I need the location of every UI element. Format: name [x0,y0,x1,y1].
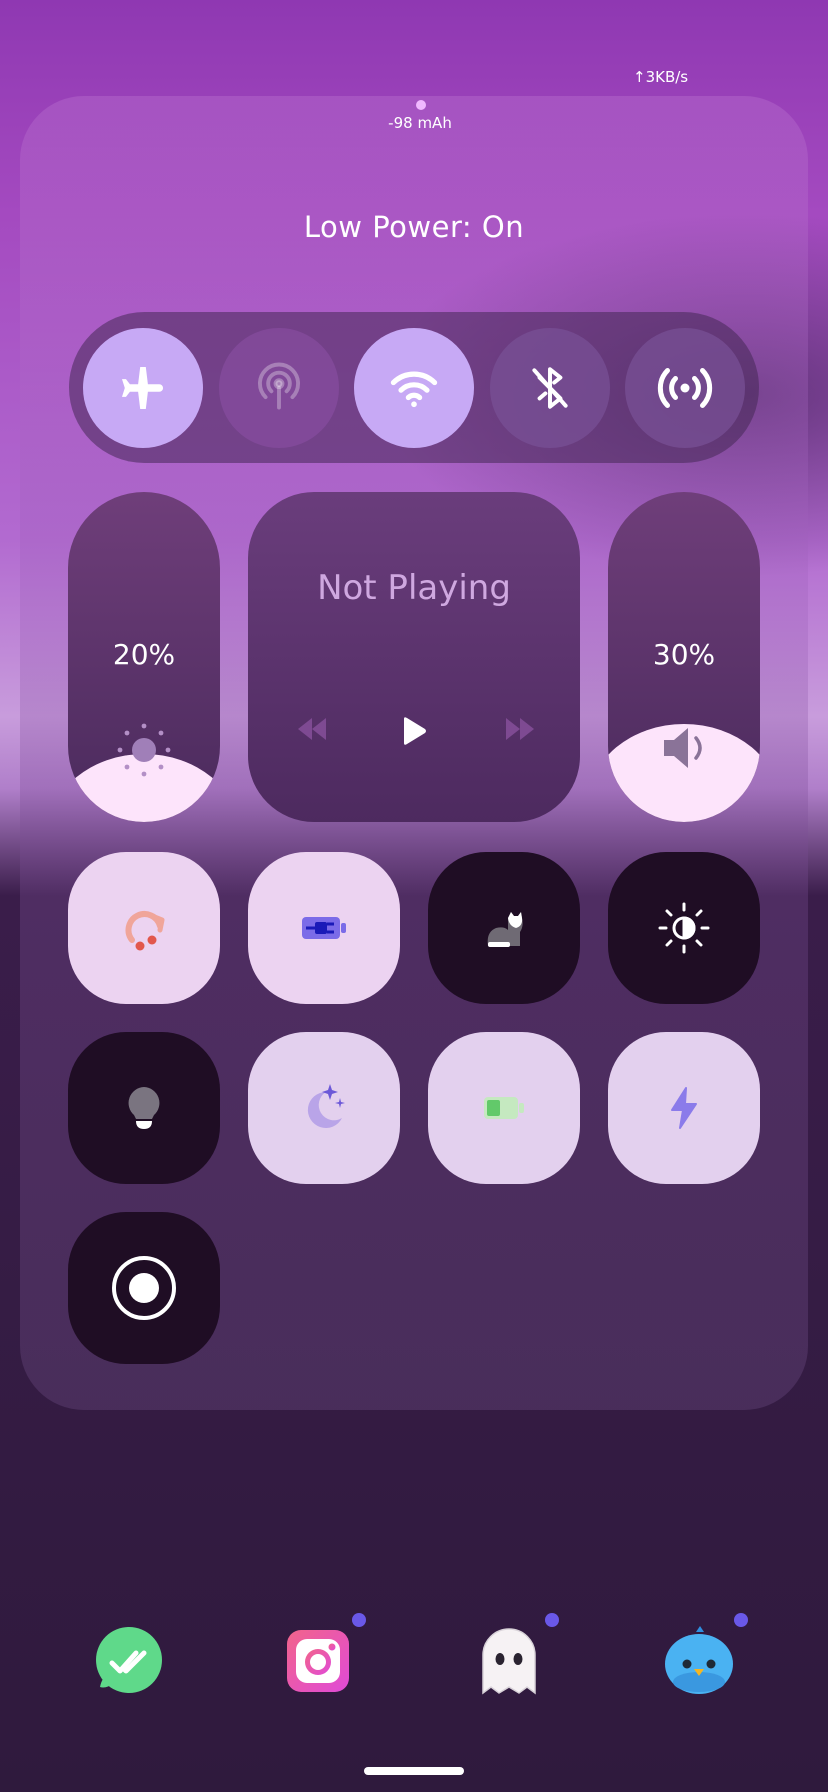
battery-icon [484,1097,524,1119]
media-player: Not Playing [248,492,580,822]
flashlight-tile[interactable] [68,1032,220,1184]
wifi-icon [390,371,438,408]
notification-badge [734,1613,748,1627]
next-button[interactable] [500,714,540,748]
chat-icon [96,1627,162,1693]
broadcast-icon [657,368,713,408]
brightness-icon [658,902,710,954]
rotate-icon [125,911,165,951]
camera-icon [287,1630,349,1692]
screen-record-tile[interactable] [68,1212,220,1364]
home-indicator[interactable] [364,1767,464,1775]
dock-ghost[interactable] [472,1624,546,1698]
lightning-icon [671,1087,697,1129]
play-button[interactable] [396,714,430,752]
bird-icon [665,1626,733,1694]
auto-brightness-tile[interactable] [608,852,760,1004]
dock-bird[interactable] [662,1624,736,1698]
night-mode-tile[interactable] [248,1032,400,1184]
power-boost-tile[interactable] [608,1032,760,1184]
rotation-lock-tile[interactable] [68,852,220,1004]
hotspot-toggle[interactable] [219,328,339,448]
battery-plug-icon [302,917,346,939]
fast-forward-icon [506,718,534,740]
battery-tile[interactable] [428,1032,580,1184]
dock-messages[interactable] [91,1624,165,1698]
cat-mode-tile[interactable] [428,852,580,1004]
brightness-slider[interactable]: 20% [68,492,220,822]
battery-saver-tile[interactable] [248,852,400,1004]
cat-icon [487,912,523,947]
notification-badge [352,1613,366,1627]
notification-badge [545,1613,559,1627]
brightness-icon [117,723,171,777]
nfc-toggle[interactable] [625,328,745,448]
indicator-dot [416,100,426,110]
record-icon [112,1256,176,1320]
lightbulb-icon [128,1087,160,1129]
network-speed: ↑3KB/s [633,68,689,86]
bluetooth-off-icon [532,367,568,409]
rewind-icon [298,718,326,740]
wifi-toggle[interactable] [354,328,474,448]
airplane-mode-toggle[interactable] [83,328,203,448]
upload-arrow-icon: ↑ [633,68,646,86]
volume-value: 30% [652,638,716,671]
hotspot-icon [257,362,301,410]
brightness-value: 20% [112,638,176,671]
moon-icon [307,1084,345,1128]
battery-current: -98 mAh [388,114,452,132]
airplane-icon [122,367,164,409]
ghost-icon [482,1628,536,1695]
speaker-icon [664,728,702,768]
volume-slider[interactable]: 30% [608,492,760,822]
bluetooth-toggle[interactable] [490,328,610,448]
previous-button[interactable] [292,714,332,748]
dock-camera[interactable] [281,1624,355,1698]
low-power-status: Low Power: On [303,210,525,244]
play-icon [404,717,426,745]
media-status: Not Playing [317,568,511,608]
